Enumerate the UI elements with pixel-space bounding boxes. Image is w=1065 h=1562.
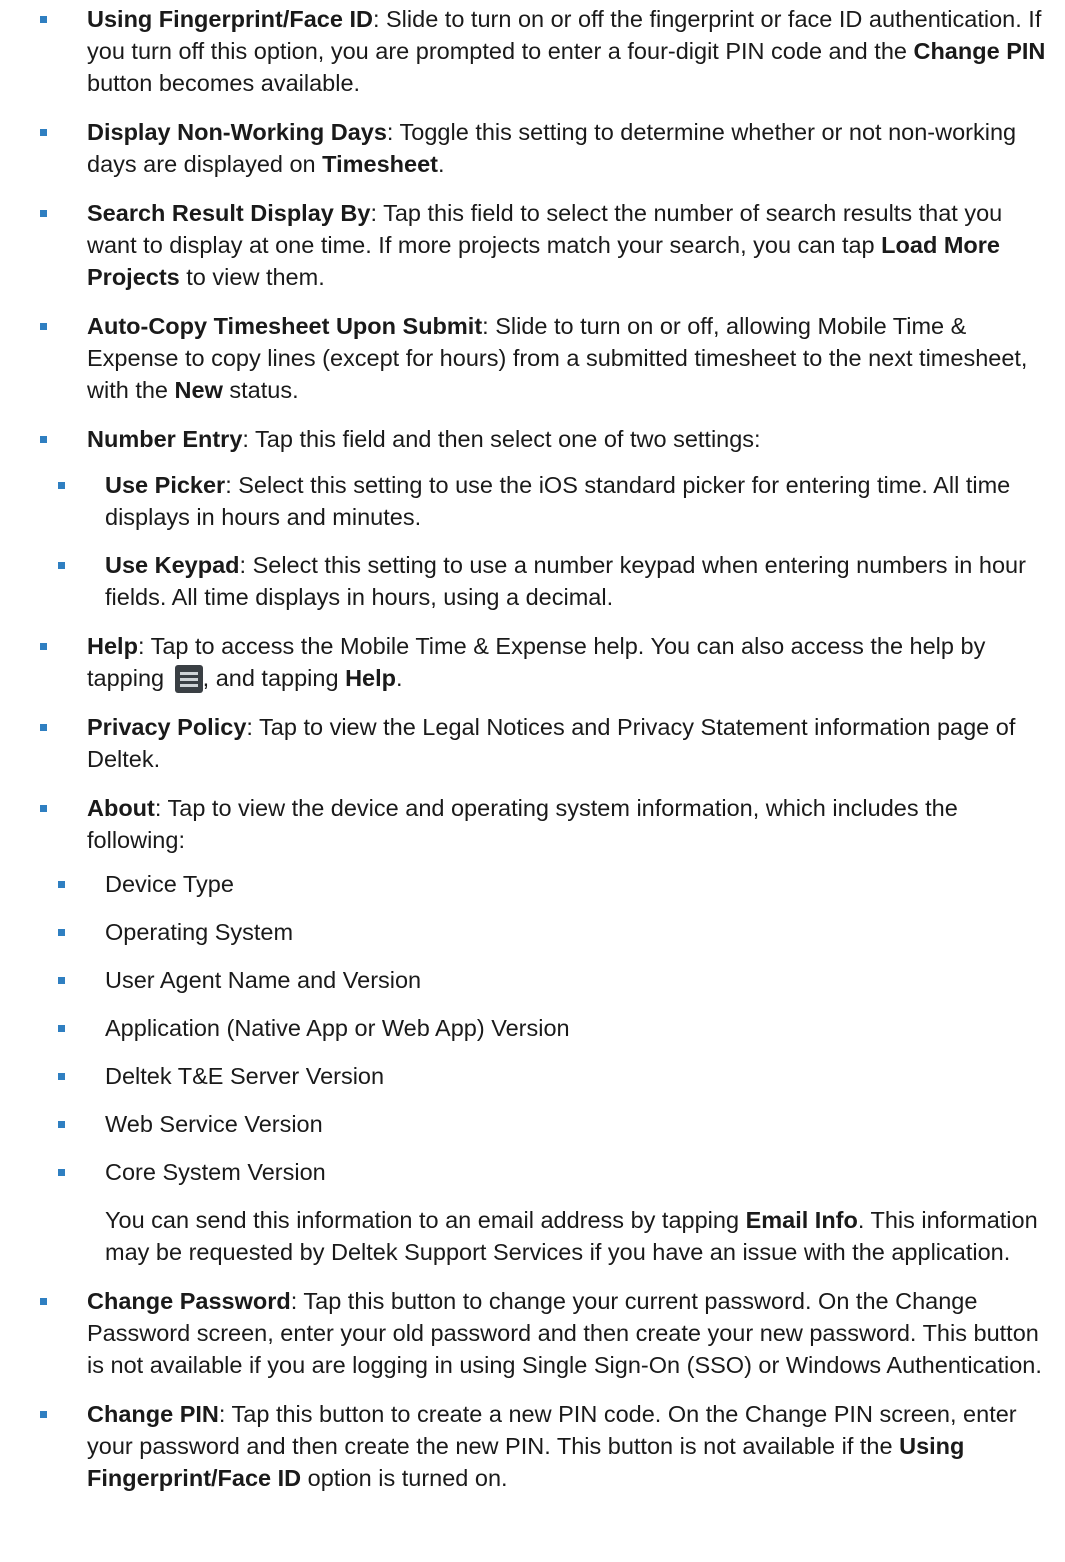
- about-info-item: Deltek T&E Server Version: [58, 1060, 1051, 1092]
- item-term: Number Entry: [87, 426, 243, 452]
- item-text: to view them.: [179, 264, 325, 290]
- bullet-icon: [40, 1411, 47, 1418]
- list-item-search-result: Search Result Display By: Tap this field…: [0, 197, 1065, 293]
- item-term: Change Password: [87, 1288, 291, 1314]
- list-item-privacy-policy: Privacy Policy: Tap to view the Legal No…: [0, 711, 1065, 775]
- bullet-icon: [40, 16, 47, 23]
- about-info-item: Core System Version: [58, 1156, 1051, 1188]
- sub-item-use-keypad: Use Keypad: Select this setting to use a…: [58, 549, 1051, 613]
- bullet-icon: [40, 805, 47, 812]
- item-term: Display Non-Working Days: [87, 119, 387, 145]
- item-text: : Tap this field and then select one of …: [242, 426, 761, 452]
- list-item-about: About: Tap to view the device and operat…: [0, 792, 1065, 1268]
- item-text: status.: [222, 377, 299, 403]
- about-paragraph: You can send this information to an emai…: [87, 1204, 1051, 1268]
- bullet-icon: [40, 1298, 47, 1305]
- list-item-help: Help: Tap to access the Mobile Time & Ex…: [0, 630, 1065, 694]
- item-term: Search Result Display By: [87, 200, 371, 226]
- about-info-text: Core System Version: [105, 1159, 326, 1185]
- about-info-text: Deltek T&E Server Version: [105, 1063, 385, 1089]
- list-item-change-password: Change Password: Tap this button to chan…: [0, 1285, 1065, 1381]
- item-text: : Tap to view the device and operating s…: [87, 795, 958, 853]
- about-info-item: Web Service Version: [58, 1108, 1051, 1140]
- about-info-text: Device Type: [105, 871, 234, 897]
- item-bold: New: [174, 377, 223, 403]
- settings-list: Using Fingerprint/Face ID: Slide to turn…: [0, 3, 1065, 1494]
- about-info-item: Device Type: [58, 868, 1051, 900]
- bullet-icon: [58, 881, 65, 888]
- list-item-change-pin: Change PIN: Tap this button to create a …: [0, 1398, 1065, 1494]
- bullet-icon: [58, 482, 65, 489]
- list-item-number-entry: Number Entry: Tap this field and then se…: [0, 423, 1065, 613]
- item-term: Privacy Policy: [87, 714, 247, 740]
- item-term: Help: [87, 633, 138, 659]
- item-term: Auto-Copy Timesheet Upon Submit: [87, 313, 483, 339]
- sub-item-text: : Select this setting to use a number ke…: [105, 552, 1026, 610]
- about-info-text: Application (Native App or Web App) Vers…: [105, 1015, 570, 1041]
- list-item-non-working-days: Display Non-Working Days: Toggle this se…: [0, 116, 1065, 180]
- about-info-item: User Agent Name and Version: [58, 964, 1051, 996]
- item-text: option is turned on.: [301, 1465, 508, 1491]
- about-info-item: Operating System: [58, 916, 1051, 948]
- list-item-auto-copy: Auto-Copy Timesheet Upon Submit: Slide t…: [0, 310, 1065, 406]
- bullet-icon: [40, 129, 47, 136]
- item-term: Using Fingerprint/Face ID: [87, 6, 373, 32]
- para-bold: Email Info: [745, 1207, 858, 1233]
- sub-item-use-picker: Use Picker: Select this setting to use t…: [58, 469, 1051, 533]
- sub-item-text: : Select this setting to use the iOS sta…: [105, 472, 1011, 530]
- item-term: Change PIN: [87, 1401, 219, 1427]
- sub-item-term: Use Keypad: [105, 552, 240, 578]
- number-entry-options: Use Picker: Select this setting to use t…: [58, 469, 1051, 613]
- item-bold: Help: [345, 665, 397, 691]
- para-text: You can send this information to an emai…: [105, 1207, 746, 1233]
- sub-item-term: Use Picker: [105, 472, 226, 498]
- bullet-icon: [58, 929, 65, 936]
- item-text: , and tapping: [202, 665, 346, 691]
- list-item-fingerprint: Using Fingerprint/Face ID: Slide to turn…: [0, 3, 1065, 99]
- bullet-icon: [40, 643, 47, 650]
- about-info-list: Device Type Operating System User Agent …: [58, 868, 1051, 1188]
- item-bold: Change PIN: [913, 38, 1046, 64]
- bullet-icon: [40, 724, 47, 731]
- bullet-icon: [58, 562, 65, 569]
- item-text: button becomes available.: [87, 70, 361, 96]
- item-text: : Tap this button to create a new PIN co…: [87, 1401, 1017, 1459]
- document-body: Using Fingerprint/Face ID: Slide to turn…: [0, 3, 1065, 1511]
- item-text: .: [437, 151, 445, 177]
- bullet-icon: [58, 977, 65, 984]
- bullet-icon: [40, 323, 47, 330]
- about-info-item: Application (Native App or Web App) Vers…: [58, 1012, 1051, 1044]
- bullet-icon: [58, 1073, 65, 1080]
- bullet-icon: [58, 1169, 65, 1176]
- menu-icon: [174, 665, 203, 693]
- about-info-text: Web Service Version: [105, 1111, 323, 1137]
- item-bold: Timesheet: [322, 151, 438, 177]
- bullet-icon: [40, 436, 47, 443]
- about-info-text: User Agent Name and Version: [105, 967, 422, 993]
- item-term: About: [87, 795, 155, 821]
- item-text: .: [396, 665, 403, 691]
- bullet-icon: [58, 1025, 65, 1032]
- about-info-text: Operating System: [105, 919, 294, 945]
- bullet-icon: [58, 1121, 65, 1128]
- bullet-icon: [40, 210, 47, 217]
